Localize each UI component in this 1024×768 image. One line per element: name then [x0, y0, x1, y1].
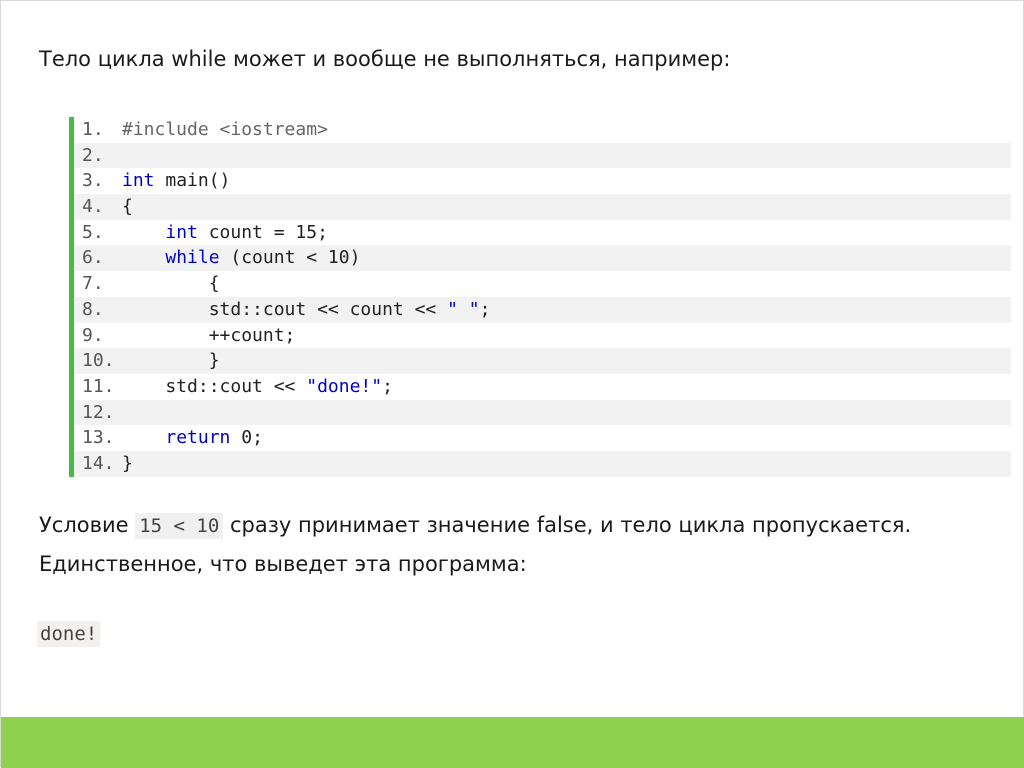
- line-number: 1.: [82, 119, 104, 140]
- code-token: ;: [382, 375, 393, 397]
- code-token: (count < 10): [219, 247, 361, 269]
- line-number: 9.: [82, 324, 104, 346]
- code-line: 12.: [74, 399, 1011, 426]
- footer-bar: [1, 717, 1024, 768]
- line-number: 5.: [82, 221, 104, 243]
- intro-text: Тело цикла while может и вообще не выпол…: [39, 47, 731, 71]
- code-line: 9. ++count;: [74, 323, 1011, 349]
- code-line: 8. std::cout << count << " ";: [74, 296, 1011, 323]
- line-number: 13.: [82, 427, 115, 449]
- code-token: }: [122, 350, 220, 372]
- code-line: 4. {: [74, 194, 1011, 220]
- code-token: std::cout << count <<: [122, 298, 448, 320]
- paragraph-output-intro: Единственное, что выведет эта программа:: [39, 552, 527, 576]
- slide: Тело цикла while может и вообще не выпол…: [0, 0, 1024, 768]
- line-number: 4.: [82, 196, 104, 218]
- code-block: 1. #include <iostream> 2. 3. int main() 4. {5.…: [69, 117, 1011, 477]
- line-number: 12.: [82, 401, 115, 423]
- code-line: 7. {: [74, 271, 1011, 297]
- code-token: main(): [154, 170, 231, 192]
- paragraph-condition-before: Условие: [39, 513, 136, 537]
- code-token: #include <iostream>: [122, 119, 328, 140]
- line-number: 10.: [82, 350, 115, 372]
- code-token: ++count;: [122, 324, 296, 346]
- code-token: " ": [447, 298, 480, 320]
- code-token: {: [122, 196, 133, 218]
- line-number: 6.: [82, 247, 104, 269]
- code-token: int: [165, 221, 198, 243]
- code-line: 13. return 0;: [74, 425, 1011, 451]
- inline-code-condition: 15 < 10: [135, 513, 224, 539]
- line-number: 11.: [82, 375, 115, 397]
- code-line: 14.}: [74, 450, 1011, 477]
- code-line: 11. std::cout << "done!";: [74, 374, 1011, 400]
- code-token: while: [165, 247, 220, 269]
- code-token: {: [122, 273, 220, 295]
- line-number: 2.: [82, 144, 104, 166]
- line-number: 8.: [82, 298, 104, 320]
- code-token: }: [122, 452, 133, 474]
- code-line: 1. #include <iostream>: [74, 117, 1011, 143]
- code-token: "done!": [306, 375, 383, 397]
- code-line: 6. while (count < 10): [74, 245, 1011, 272]
- code-token: return: [165, 427, 231, 449]
- code-line: 2.: [74, 142, 1011, 169]
- code-token: int: [122, 170, 155, 192]
- code-token: std::cout <<: [122, 375, 307, 397]
- paragraph-condition-after: сразу принимает значение false, и тело ц…: [223, 513, 912, 537]
- code-line: 5. int count = 15;: [74, 220, 1011, 246]
- code-token: 0;: [230, 427, 263, 449]
- program-output: done!: [37, 621, 101, 647]
- line-number: 3.: [82, 170, 104, 192]
- line-number: 7.: [82, 273, 104, 295]
- code-token: count = 15;: [197, 221, 328, 243]
- code-token: ;: [479, 298, 491, 320]
- code-line: 3. int main(): [74, 168, 1011, 194]
- line-number: 14.: [82, 452, 115, 474]
- paragraph-condition: Условие 15 < 10 сразу принимает значение…: [39, 513, 912, 539]
- code-line: 10. }: [74, 348, 1011, 374]
